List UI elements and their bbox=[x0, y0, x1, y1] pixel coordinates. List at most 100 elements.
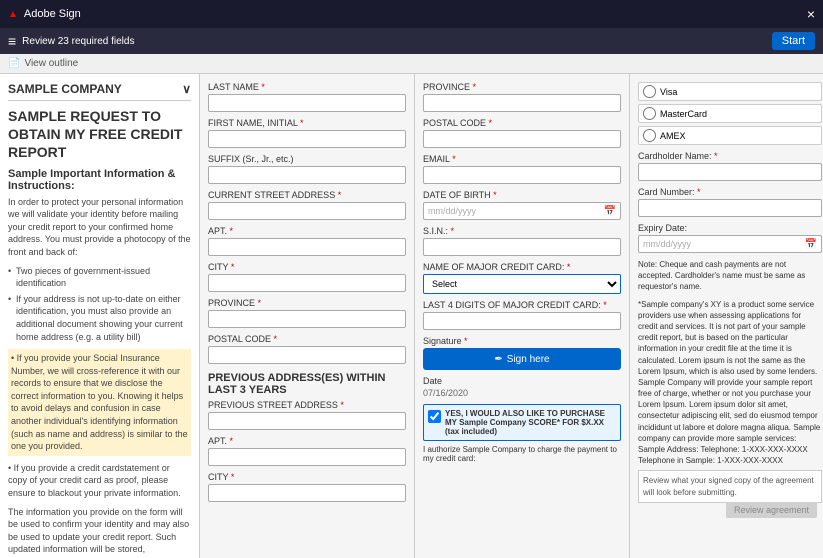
start-button[interactable]: Start bbox=[772, 32, 815, 50]
document-title: SAMPLE REQUEST TO OBTAIN MY FREE CREDIT … bbox=[8, 107, 191, 162]
review-fields-label: Review 23 required fields bbox=[22, 36, 134, 47]
review-note-text: Review what your signed copy of the agre… bbox=[643, 476, 814, 496]
suffix-group: SUFFIX (Sr., Jr., etc.) bbox=[208, 154, 406, 184]
middle-area: LAST NAME * FIRST NAME, INITIAL * SUFFIX… bbox=[200, 74, 823, 558]
signature-label: Signature * bbox=[423, 336, 621, 346]
province2-label: PROVINCE * bbox=[423, 82, 621, 92]
purchase-checkbox[interactable] bbox=[428, 410, 441, 423]
menu-icon[interactable]: ≡ bbox=[8, 33, 16, 49]
dob-label: DATE OF BIRTH * bbox=[423, 190, 621, 200]
postal-code-label: POSTAL CODE * bbox=[208, 334, 406, 344]
visa-label: Visa bbox=[660, 87, 677, 97]
expiry-label: Expiry Date: bbox=[638, 223, 822, 233]
sin-input[interactable] bbox=[423, 238, 621, 256]
dob-input-wrapper[interactable]: mm/dd/yyyy 📅 bbox=[423, 202, 621, 220]
document-icon: 📄 bbox=[8, 58, 20, 69]
intro-paragraph: In order to protect your personal inform… bbox=[8, 196, 191, 259]
province2-group: PROVINCE * bbox=[423, 82, 621, 112]
purchase-checkbox-row[interactable]: YES, I WOULD ALSO LIKE TO PURCHASE MY Sa… bbox=[423, 404, 621, 441]
adobe-logo: ▲ bbox=[8, 9, 18, 20]
view-outline-label: View outline bbox=[24, 58, 78, 69]
sin-group: S.I.N.: * bbox=[423, 226, 621, 256]
expiry-group: Expiry Date: mm/dd/yyyy 📅 bbox=[638, 223, 822, 253]
view-outline-bar[interactable]: 📄 View outline bbox=[0, 54, 823, 74]
company-name-text: SAMPLE COMPANY bbox=[8, 82, 122, 96]
province-label: PROVINCE * bbox=[208, 298, 406, 308]
suffix-label: SUFFIX (Sr., Jr., etc.) bbox=[208, 154, 406, 164]
sub-bar-left: ≡ Review 23 required fields bbox=[8, 33, 134, 49]
card-options-group: Visa MasterCard AMEX bbox=[638, 82, 822, 145]
form-panel-1: LAST NAME * FIRST NAME, INITIAL * SUFFIX… bbox=[200, 74, 415, 558]
mastercard-radio[interactable] bbox=[643, 107, 656, 120]
last-name-input[interactable] bbox=[208, 94, 406, 112]
prev-city-input[interactable] bbox=[208, 484, 406, 502]
calendar2-icon: 📅 bbox=[805, 239, 817, 250]
apt-group: APT. * bbox=[208, 226, 406, 256]
prev-apt-input[interactable] bbox=[208, 448, 406, 466]
suffix-input[interactable] bbox=[208, 166, 406, 184]
last-name-label: LAST NAME * bbox=[208, 82, 406, 92]
instructions-title: Sample Important Information & Instructi… bbox=[8, 168, 191, 192]
email-label: EMAIL * bbox=[423, 154, 621, 164]
city-input[interactable] bbox=[208, 274, 406, 292]
close-button[interactable]: × bbox=[807, 6, 815, 22]
privacy-paragraph: The information you provide on the form … bbox=[8, 506, 191, 558]
payment-note: Note: Cheque and cash payments are not a… bbox=[638, 259, 822, 293]
chevron-down-icon: ∨ bbox=[182, 82, 191, 96]
authorize-text: I authorize Sample Company to charge the… bbox=[423, 445, 621, 463]
visa-option[interactable]: Visa bbox=[638, 82, 822, 101]
form-panel-2: PROVINCE * POSTAL CODE * EMAIL * DATE OF… bbox=[415, 74, 630, 558]
current-address-input[interactable] bbox=[208, 202, 406, 220]
postal-code2-input[interactable] bbox=[423, 130, 621, 148]
email-group: EMAIL * bbox=[423, 154, 621, 184]
card-number-input[interactable] bbox=[638, 199, 822, 217]
postal-code2-group: POSTAL CODE * bbox=[423, 118, 621, 148]
main-content: SAMPLE COMPANY ∨ SAMPLE REQUEST TO OBTAI… bbox=[0, 74, 823, 558]
first-name-input[interactable] bbox=[208, 130, 406, 148]
sub-bar: ≡ Review 23 required fields Start bbox=[0, 28, 823, 54]
date-display-label: Date bbox=[423, 376, 621, 386]
province-input[interactable] bbox=[208, 310, 406, 328]
expiry-input-wrapper[interactable]: mm/dd/yyyy 📅 bbox=[638, 235, 822, 253]
credit-card-name-label: NAME OF MAJOR CREDIT CARD: * bbox=[423, 262, 621, 272]
review-area: Review what your signed copy of the agre… bbox=[638, 470, 822, 502]
prev-street-input[interactable] bbox=[208, 412, 406, 430]
top-bar: ▲ Adobe Sign × bbox=[0, 0, 823, 28]
postal-code2-label: POSTAL CODE * bbox=[423, 118, 621, 128]
date-display-group: Date 07/16/2020 bbox=[423, 376, 621, 398]
credit-card-name-group: NAME OF MAJOR CREDIT CARD: * Select bbox=[423, 262, 621, 294]
card-number-group: Card Number: * bbox=[638, 187, 822, 217]
app-name: Adobe Sign bbox=[24, 8, 81, 20]
province2-input[interactable] bbox=[423, 94, 621, 112]
previous-address-section: PREVIOUS ADDRESS(ES) WITHIN LAST 3 YEARS bbox=[208, 372, 406, 396]
sin-label: S.I.N.: * bbox=[423, 226, 621, 236]
visa-radio[interactable] bbox=[643, 85, 656, 98]
review-agreement-button[interactable]: Review agreement bbox=[726, 502, 817, 518]
amex-label: AMEX bbox=[660, 131, 686, 141]
signature-group: Signature * ✒ Sign here bbox=[423, 336, 621, 370]
cardholder-name-label: Cardholder Name: * bbox=[638, 151, 822, 161]
city-label: CITY * bbox=[208, 262, 406, 272]
apt-label: APT. * bbox=[208, 226, 406, 236]
amex-option[interactable]: AMEX bbox=[638, 126, 822, 145]
list-item: If your address is not up-to-date on eit… bbox=[8, 293, 191, 343]
email-input[interactable] bbox=[423, 166, 621, 184]
prev-street-group: PREVIOUS STREET ADDRESS * bbox=[208, 400, 406, 430]
mastercard-option[interactable]: MasterCard bbox=[638, 104, 822, 123]
credit-card-select[interactable]: Select bbox=[423, 274, 621, 294]
expiry-placeholder: mm/dd/yyyy bbox=[643, 239, 805, 249]
last-name-group: LAST NAME * bbox=[208, 82, 406, 112]
current-address-group: CURRENT STREET ADDRESS * bbox=[208, 190, 406, 220]
current-address-label: CURRENT STREET ADDRESS * bbox=[208, 190, 406, 200]
sign-here-button[interactable]: ✒ Sign here bbox=[423, 348, 621, 370]
amex-radio[interactable] bbox=[643, 129, 656, 142]
cardholder-name-group: Cardholder Name: * bbox=[638, 151, 822, 181]
last4-group: LAST 4 DIGITS OF MAJOR CREDIT CARD: * bbox=[423, 300, 621, 330]
credit-card-note: • If you provide a credit cardstatement … bbox=[8, 462, 191, 500]
last4-input[interactable] bbox=[423, 312, 621, 330]
list-item: Two pieces of government-issued identifi… bbox=[8, 265, 191, 290]
postal-code-input[interactable] bbox=[208, 346, 406, 364]
apt-input[interactable] bbox=[208, 238, 406, 256]
calendar-icon: 📅 bbox=[604, 206, 616, 217]
cardholder-name-input[interactable] bbox=[638, 163, 822, 181]
